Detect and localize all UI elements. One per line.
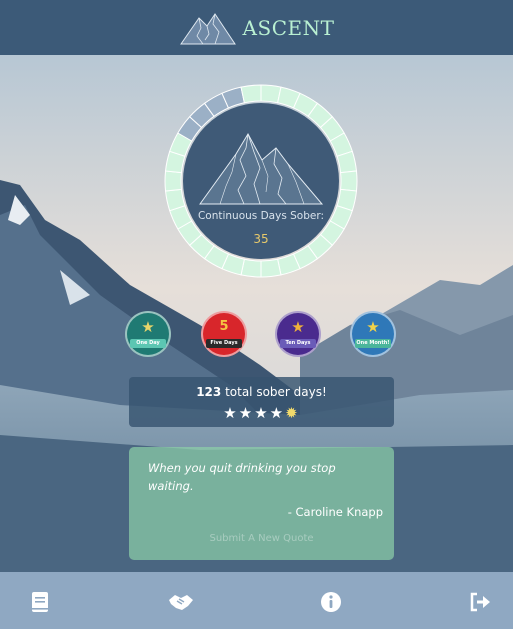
badge-label: Five Days: [206, 339, 242, 348]
info-icon[interactable]: [319, 590, 343, 614]
total-days-suffix: total sober days!: [221, 385, 327, 399]
ring-segment: [260, 258, 282, 278]
star-icon: ★: [223, 404, 239, 422]
ring-segment: [340, 170, 358, 192]
days-sober-value: 35: [253, 232, 269, 246]
quote-author: - Caroline Knapp: [287, 505, 383, 519]
app-title: ASCENT: [242, 15, 335, 40]
star-icon: ★: [238, 404, 255, 422]
star-icon: ★: [254, 404, 270, 422]
badge-number: 5: [219, 319, 229, 334]
mountain-logo-icon: [179, 12, 236, 44]
handshake-icon[interactable]: [167, 590, 195, 614]
rating-stars: ★★★★✹: [129, 404, 394, 422]
total-days-card: 123 total sober days! ★★★★✹: [129, 377, 394, 427]
quote-card: When you quit drinking you stop waiting.…: [129, 447, 394, 560]
quote-text: When you quit drinking you stop waiting.: [148, 461, 336, 493]
total-days-text: 123 total sober days!: [129, 385, 394, 399]
app-header: ASCENT: [0, 0, 513, 55]
bottom-nav: [0, 572, 513, 629]
star-icon: ★: [291, 318, 305, 336]
ring-segment: [240, 84, 262, 104]
badge-label: One Month!: [355, 339, 391, 348]
badge-one-month[interactable]: ★ One Month!: [350, 311, 396, 357]
badge-one-day[interactable]: ★ One Day: [125, 311, 171, 357]
ring-segment: [164, 170, 182, 192]
star-icon: ★: [269, 404, 286, 422]
badge-label: Ten Days: [280, 339, 316, 348]
badge-ten-days[interactable]: ★ Ten Days: [275, 311, 321, 357]
badge-five-days[interactable]: 5 Five Days: [201, 311, 247, 357]
journal-icon[interactable]: [28, 590, 52, 614]
mountain-icon: [199, 132, 324, 205]
star-icon: ★: [366, 318, 380, 336]
total-days-count: 123: [196, 385, 222, 399]
sun-icon: ✹: [285, 404, 300, 422]
badge-label: One Day: [130, 339, 166, 348]
submit-quote-link[interactable]: Submit A New Quote: [129, 533, 394, 544]
logout-icon[interactable]: [469, 590, 493, 614]
days-sober-label: Continuous Days Sober:: [197, 210, 325, 222]
star-icon: ★: [141, 318, 155, 336]
